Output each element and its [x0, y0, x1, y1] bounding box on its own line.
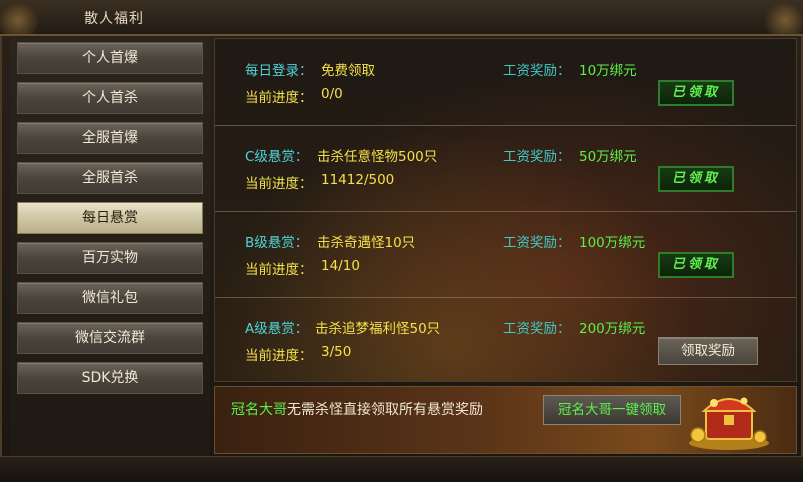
task-title-value: 击杀任意怪物500只 [317, 149, 438, 165]
claimed-button[interactable]: 已领取 [658, 80, 734, 106]
title-bar: 散人福利 [0, 0, 803, 36]
task-row: B级悬赏： 击杀奇遇怪10只 当前进度： 14/10 工资奖励： 100万绑元 … [215, 211, 796, 298]
task-progress-value: 11412/500 [321, 172, 395, 188]
vip-one-click-claim-button[interactable]: 冠名大哥一键领取 [543, 395, 681, 425]
sidebar: 个人首爆 个人首杀 全服首爆 全服首杀 每日悬赏 百万实物 微信礼包 微信交流群… [10, 38, 210, 478]
task-reward-label: 工资奖励： [503, 235, 571, 251]
task-progress-label: 当前进度： [245, 262, 313, 278]
task-progress-label: 当前进度： [245, 176, 313, 192]
window-title: 散人福利 [84, 11, 144, 27]
task-reward-label: 工资奖励： [503, 321, 571, 337]
task-title-label: B级悬赏： [245, 235, 309, 251]
sidebar-item-personal-first-kill[interactable]: 个人首杀 [17, 82, 203, 114]
sidebar-item-server-first-drop[interactable]: 全服首爆 [17, 122, 203, 154]
task-title-label: C级悬赏： [245, 149, 309, 165]
bounty-panel: 每日登录： 免费领取 当前进度： 0/0 工资奖励： 10万绑元 已领取 C级悬… [214, 38, 797, 382]
claimed-button[interactable]: 已领取 [658, 166, 734, 192]
task-progress-label: 当前进度： [245, 90, 313, 106]
banner-description: 无需杀怪直接领取所有悬赏奖励 [287, 402, 483, 418]
task-row: 每日登录： 免费领取 当前进度： 0/0 工资奖励： 10万绑元 已领取 [215, 39, 796, 126]
task-title-label: 每日登录： [245, 63, 313, 79]
task-reward-value: 100万绑元 [579, 235, 646, 251]
sidebar-item-wechat-gift[interactable]: 微信礼包 [17, 282, 203, 314]
dragon-ornament-left-icon [0, 0, 40, 34]
sidebar-item-personal-first-drop[interactable]: 个人首爆 [17, 42, 203, 74]
task-reward-label: 工资奖励： [503, 63, 571, 79]
sidebar-item-million-physical[interactable]: 百万实物 [17, 242, 203, 274]
task-reward-label: 工资奖励： [503, 149, 571, 165]
task-progress-value: 0/0 [321, 86, 343, 102]
task-progress-value: 3/50 [321, 344, 352, 360]
task-progress-label: 当前进度： [245, 348, 313, 364]
bottom-decoration [0, 456, 803, 482]
task-reward-value: 50万绑元 [579, 149, 637, 165]
sidebar-item-sdk-redeem[interactable]: SDK兑换 [17, 362, 203, 394]
sidebar-item-server-first-kill[interactable]: 全服首杀 [17, 162, 203, 194]
task-title-value: 击杀追梦福利怪50只 [315, 321, 441, 337]
claimed-button[interactable]: 已领取 [658, 252, 734, 278]
vip-name: 冠名大哥 [231, 402, 287, 418]
task-reward-value: 10万绑元 [579, 63, 637, 79]
treasure-chest-icon [689, 397, 769, 450]
task-progress-value: 14/10 [321, 258, 360, 274]
claim-reward-button[interactable]: 领取奖励 [658, 337, 758, 365]
sidebar-item-daily-bounty[interactable]: 每日悬赏 [17, 202, 203, 234]
task-row: C级悬赏： 击杀任意怪物500只 当前进度： 11412/500 工资奖励： 5… [215, 125, 796, 212]
banner-text: 冠名大哥无需杀怪直接领取所有悬赏奖励 [231, 399, 483, 419]
task-title-value: 免费领取 [321, 63, 375, 79]
task-reward-value: 200万绑元 [579, 321, 646, 337]
task-row: A级悬赏： 击杀追梦福利怪50只 当前进度： 3/50 工资奖励： 200万绑元… [215, 297, 796, 383]
vip-banner: 冠名大哥无需杀怪直接领取所有悬赏奖励 冠名大哥一键领取 [214, 386, 797, 454]
task-title-value: 击杀奇遇怪10只 [317, 235, 416, 251]
sidebar-item-wechat-group[interactable]: 微信交流群 [17, 322, 203, 354]
task-title-label: A级悬赏： [245, 321, 309, 337]
dragon-ornament-right-icon [763, 0, 803, 34]
